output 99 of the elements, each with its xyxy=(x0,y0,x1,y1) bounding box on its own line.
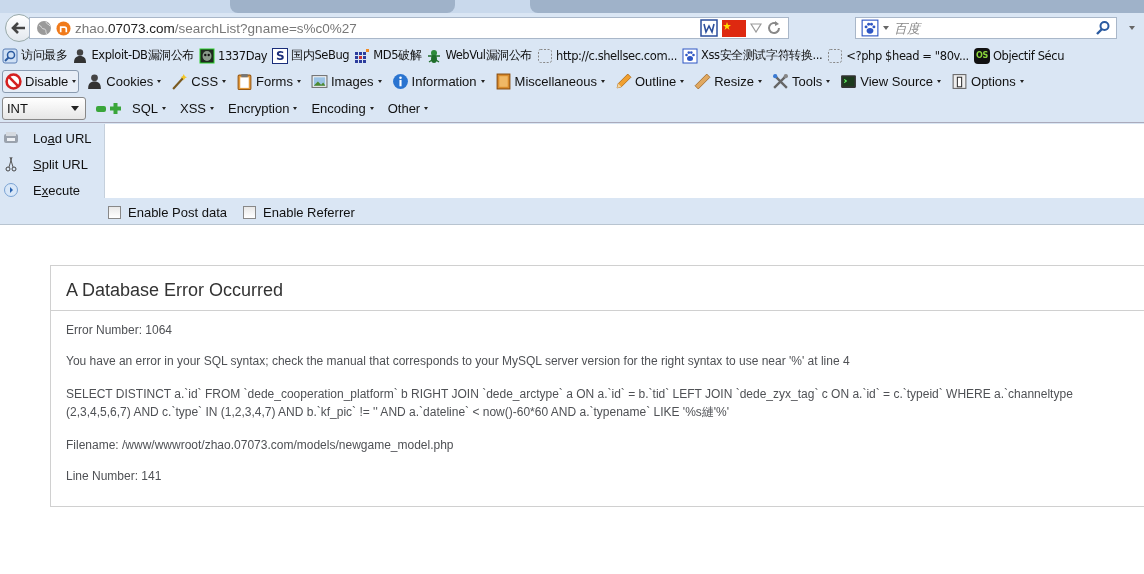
bookmark-item[interactable]: Xss安全测试字符转换... xyxy=(681,47,823,64)
toolbar-menu[interactable]: Disable xyxy=(2,70,80,93)
document-icon xyxy=(700,19,718,37)
toolbar-menu[interactable]: View Source xyxy=(837,71,945,92)
checkbox-label: Enable Post data xyxy=(128,205,228,220)
wand-icon xyxy=(171,73,189,90)
toolbar-menu[interactable]: Tools xyxy=(768,71,834,92)
blank-icon xyxy=(537,47,554,64)
caret-icon xyxy=(293,107,298,110)
caret-icon xyxy=(600,80,605,83)
bookmark-item[interactable]: WebVul漏洞公布 xyxy=(426,47,533,64)
action-button[interactable]: Execute xyxy=(0,177,102,203)
load-icon xyxy=(3,130,19,146)
sql-query-line: SELECT DISTINCT a.`id` FROM `dede_cooperation_platform` b RIGHT JOIN `dede_arctype` a ON a.`id` = b.`tid` LEFT JOIN `dede_zyx_tag` c ON a.`id` = c.`typeid` WHERE a.`channeltype xyxy=(66,386,1074,403)
error-filename: Filename: /www/wwwroot/zhao.07073.com/models/newgame_model.php xyxy=(66,438,455,452)
box-icon xyxy=(951,73,969,90)
paw-icon xyxy=(861,19,879,37)
book-icon xyxy=(494,73,512,90)
search-bar[interactable]: 百度 xyxy=(855,17,1117,39)
toolbar-menu[interactable]: Other xyxy=(384,99,432,118)
plus-icon[interactable] xyxy=(110,103,121,114)
bookmark-item[interactable]: S 国内SeBug xyxy=(272,47,350,64)
mask-icon xyxy=(199,47,215,64)
bookmark-item[interactable]: <?php $head = "80v... xyxy=(827,47,969,64)
menu-caret-icon[interactable] xyxy=(1129,26,1135,30)
tools-icon xyxy=(771,73,789,90)
address-field[interactable]: zhao.07073.com/searchList?gname=s%c0%27 xyxy=(29,17,789,39)
minus-icon[interactable] xyxy=(96,105,106,112)
toolbar-menu[interactable]: Encoding xyxy=(308,99,377,118)
sql-query-line: (2,3,4,5,6,7) AND c.`type` IN (1,2,3,4,7) AND b.`kf_pic` != '' AND a.`dateline` < now()-60*60 AND a.`typename` LIKE '%s縺'%' xyxy=(66,404,731,421)
caret-icon xyxy=(1019,80,1024,83)
bookmark-item[interactable]: MD5破解 xyxy=(354,47,422,64)
clipboard-icon xyxy=(236,73,254,90)
toolbar-menu[interactable]: Information xyxy=(388,71,488,92)
bug-icon xyxy=(426,47,443,64)
caret-icon xyxy=(937,80,942,83)
caret-icon xyxy=(826,80,831,83)
letter-icon: S xyxy=(272,47,289,64)
image-icon xyxy=(310,73,328,90)
dropdown-icon[interactable] xyxy=(750,23,762,33)
person-icon xyxy=(86,73,104,90)
toolbar-menu[interactable]: Resize xyxy=(691,71,765,92)
toolbar-menu[interactable]: Outline xyxy=(611,71,688,92)
action-button[interactable]: Split URL xyxy=(0,151,102,177)
globe-icon xyxy=(36,20,52,36)
type-select[interactable]: INT xyxy=(2,97,86,120)
toolbar-menu[interactable]: Encryption xyxy=(225,99,301,118)
caret-icon xyxy=(162,107,166,110)
caret-icon xyxy=(424,107,429,110)
caret-icon xyxy=(71,106,79,111)
toolbar-menu[interactable]: XSS xyxy=(177,99,218,118)
bookmark-item[interactable]: 访问最多 xyxy=(2,47,68,64)
caret-icon xyxy=(680,80,685,83)
toolbar-menu[interactable]: Images xyxy=(307,71,385,92)
person-icon xyxy=(72,47,89,64)
caret-icon xyxy=(480,80,485,83)
bookmark-item[interactable]: 1337Day xyxy=(199,47,268,64)
caret-icon xyxy=(757,80,762,83)
split-icon xyxy=(3,156,19,172)
error-number: Error Number: 1064 xyxy=(66,323,174,337)
flag-icon xyxy=(722,19,746,37)
url-text: zhao.07073.com/searchList?gname=s%c0%27 xyxy=(75,20,358,36)
pencil-icon xyxy=(614,73,632,90)
search-icon[interactable] xyxy=(1095,20,1111,36)
checkbox[interactable] xyxy=(243,206,257,219)
terminal-icon xyxy=(840,73,858,90)
bookmark-item[interactable]: Exploit-DB漏洞公布 xyxy=(72,47,194,64)
caret-icon xyxy=(377,80,382,83)
caret-icon xyxy=(369,107,374,110)
caret-icon xyxy=(72,80,77,83)
blank-icon xyxy=(827,47,844,64)
toolbar-menu[interactable]: Forms xyxy=(233,71,304,92)
bookmark-item[interactable]: OS Objectif Sécu xyxy=(973,47,1064,64)
disable-icon xyxy=(5,73,22,90)
error-message: You have an error in your SQL syntax; check the manual that corresponds to your MySQL server version for the right syntax to use near '%' at line 4 xyxy=(66,354,851,368)
toolbar-menu[interactable]: Options xyxy=(948,71,1027,92)
bookmark-item[interactable]: http://c.shellsec.com... xyxy=(537,47,677,64)
caret-icon xyxy=(296,80,301,83)
grid-icon xyxy=(354,47,371,64)
action-button[interactable]: Load URL xyxy=(0,125,102,151)
error-title: A Database Error Occurred xyxy=(51,266,1144,311)
execute-icon xyxy=(3,182,19,198)
checkbox-label: Enable Referrer xyxy=(263,205,355,220)
toolbar-menu[interactable]: Miscellaneous xyxy=(491,71,608,92)
checkbox[interactable] xyxy=(108,206,121,219)
url-input[interactable] xyxy=(104,124,1144,198)
caret-icon xyxy=(222,80,227,83)
reload-icon[interactable] xyxy=(766,20,782,36)
caret-icon xyxy=(210,107,215,110)
toolbar-menu[interactable]: SQL xyxy=(129,99,169,118)
site-icon xyxy=(56,20,71,36)
toolbar-menu[interactable]: CSS xyxy=(168,71,230,92)
caret-icon xyxy=(157,80,162,83)
ruler-icon xyxy=(694,73,712,90)
error-line-number: Line Number: 141 xyxy=(66,469,163,483)
toolbar-menu[interactable]: Cookies xyxy=(83,71,165,92)
paw-icon xyxy=(681,47,698,64)
info-icon xyxy=(391,73,409,90)
badge-icon: OS xyxy=(973,47,990,64)
